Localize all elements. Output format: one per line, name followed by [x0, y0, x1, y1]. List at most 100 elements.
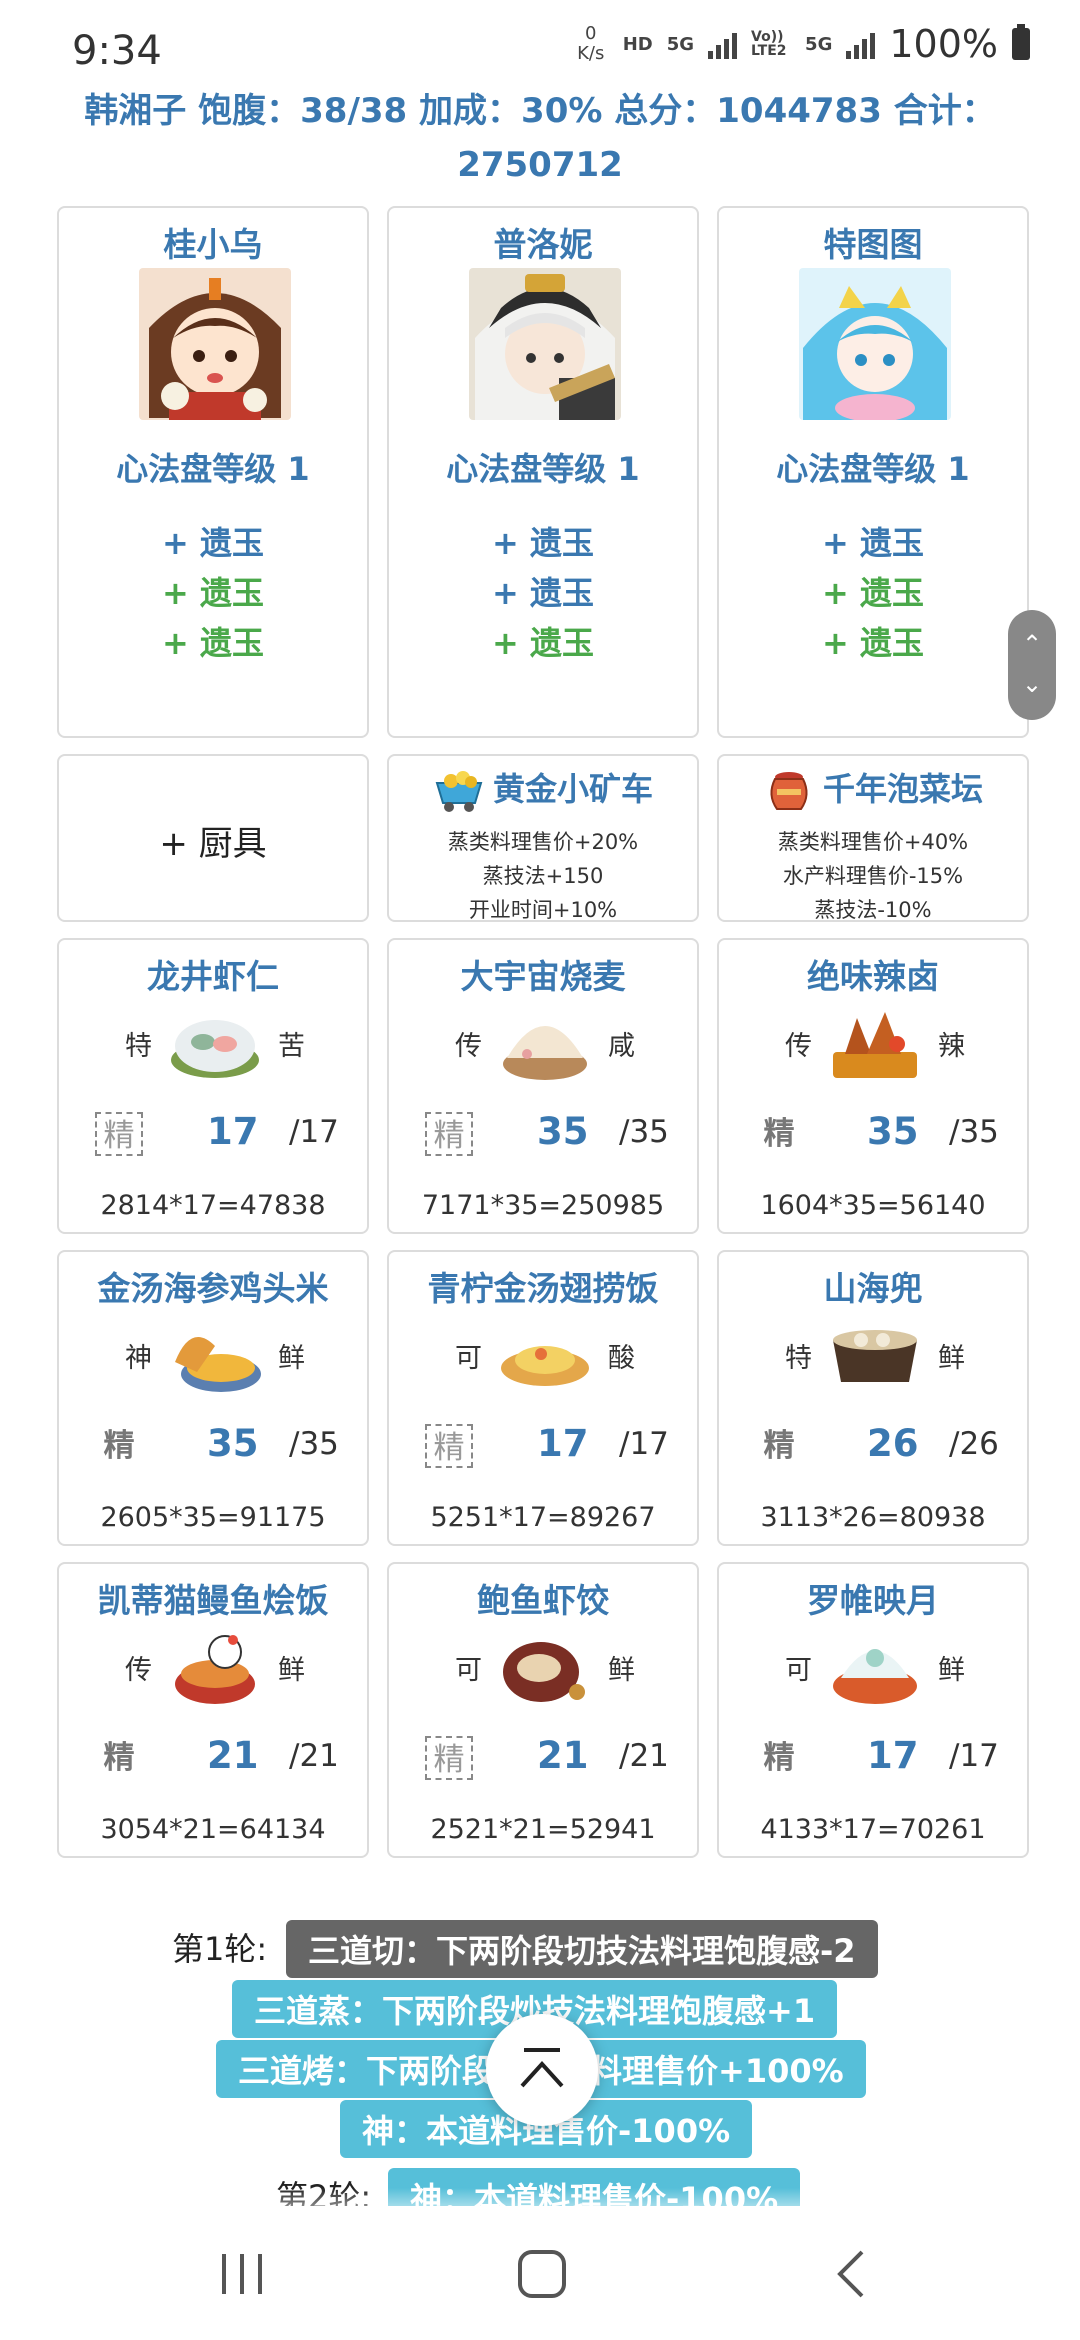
dish-score-formula: 2521*21=52941 — [430, 1814, 656, 1845]
dish-score-formula: 3113*26=80938 — [760, 1502, 986, 1533]
add-equipment-button[interactable]: + 厨具 — [59, 816, 367, 865]
chef-card-1[interactable]: 桂小乌 心法盘等级 1 + 遗玉 + 遗玉 + 遗玉 — [57, 206, 369, 738]
quality-selector[interactable]: 精 — [425, 1112, 473, 1156]
dish-name: 绝味辣卤 — [807, 957, 939, 996]
quality-selector[interactable]: 精 — [425, 1736, 473, 1780]
home-icon[interactable] — [516, 2248, 568, 2300]
pickle-jar-icon — [770, 772, 808, 810]
chef-level[interactable]: 心法盘等级 1 — [59, 444, 367, 490]
dish-score-formula: 2814*17=47838 — [100, 1190, 326, 1221]
chef-card-2[interactable]: 普洛妮 心法盘等级 1 + 遗玉 + 遗玉 + 遗玉 — [387, 206, 699, 738]
equipment-card-golden-minecart[interactable]: 黄金小矿车 蒸类料理售价+20% 蒸技法+150 开业时间+10% — [387, 754, 699, 922]
dish-image — [833, 1649, 917, 1704]
chef-level[interactable]: 心法盘等级 1 — [389, 444, 697, 490]
dish-count[interactable]: 17 — [867, 1734, 919, 1777]
chef-name: 特图图 — [823, 225, 923, 264]
dish-count[interactable]: 17 — [537, 1422, 589, 1465]
chef-portrait-tetutu — [799, 268, 951, 420]
quality-selector[interactable]: 精 — [425, 1424, 473, 1468]
quality-selector[interactable]: 精 — [755, 1424, 803, 1468]
dish-name: 青柠金汤翅捞饭 — [427, 1269, 659, 1308]
status-bar: 9:34 0 K/s HD 5G Vo)) LTE2 5G 100% — [0, 0, 1080, 96]
equipment-slot-empty[interactable]: + 厨具 — [57, 754, 369, 922]
dish-count[interactable]: 26 — [867, 1422, 919, 1465]
add-relic-jade-2[interactable]: + 遗玉 — [389, 568, 697, 614]
quality-selector[interactable]: 精 — [755, 1112, 803, 1156]
add-relic-jade-2[interactable]: + 遗玉 — [719, 568, 1027, 614]
battery-percent: 100% — [889, 22, 998, 66]
status-icons: 0 K/s HD 5G Vo)) LTE2 5G 100% — [573, 22, 1030, 66]
dish-image — [503, 1026, 587, 1080]
quality-selector[interactable]: 精 — [95, 1424, 143, 1468]
dish-card-longjing-shrimp[interactable]: 龙井虾仁 特 苦 精 17 /17 2814*17=47838 — [57, 938, 369, 1234]
equipment-title: 黄金小矿车 — [389, 764, 697, 813]
quality-selector[interactable]: 精 — [95, 1736, 143, 1780]
dish-card-cosmic-shaomai[interactable]: 大宇宙烧麦 传 咸 精 35 /35 7171*35=250985 — [387, 938, 699, 1234]
dish-image — [501, 1346, 589, 1386]
dish-card-luowei-yingyue[interactable]: 罗帷映月 可 鲜 精 17 /17 4133*17=70261 — [717, 1562, 1029, 1858]
dish-image — [833, 1012, 917, 1078]
back-to-top-button[interactable] — [486, 2014, 598, 2126]
equipment-effect: 蒸技法+150 — [482, 864, 604, 888]
dish-taste: 咸 — [608, 1031, 635, 1062]
dish-card-golden-sea-cucumber[interactable]: 金汤海参鸡头米 神 鲜 精 35 /35 2605*35=91175 — [57, 1250, 369, 1546]
dish-image — [833, 1330, 917, 1382]
dish-card-lime-golden-soup[interactable]: 青柠金汤翅捞饭 可 酸 精 17 /17 5251*17=89267 — [387, 1250, 699, 1546]
battery-icon — [1012, 24, 1030, 60]
dish-rarity: 可 — [455, 1343, 482, 1374]
dish-image — [175, 1635, 255, 1704]
dish-taste: 鲜 — [608, 1655, 635, 1686]
chef-name: 普洛妮 — [493, 225, 593, 264]
dish-name: 鲍鱼虾饺 — [477, 1581, 609, 1620]
dish-taste: 鲜 — [938, 1343, 965, 1374]
score-summary: 韩湘子 饱腹：38/38 加成：30% 总分：1044783 合计： 27507… — [60, 84, 1020, 192]
quality-selector[interactable]: 精 — [755, 1736, 803, 1780]
add-relic-jade-3[interactable]: + 遗玉 — [389, 618, 697, 664]
quality-selector[interactable]: 精 — [95, 1112, 143, 1156]
add-relic-jade-1[interactable]: + 遗玉 — [719, 518, 1027, 564]
recent-apps-icon[interactable] — [216, 2248, 268, 2300]
dish-count[interactable]: 17 — [207, 1110, 259, 1153]
system-navigation-bar — [0, 2206, 1080, 2340]
signal-icon-2 — [846, 29, 876, 59]
add-relic-jade-2[interactable]: + 遗玉 — [59, 568, 367, 614]
dish-count[interactable]: 21 — [537, 1734, 589, 1777]
equipment-effect: 蒸技法-10% — [814, 898, 932, 922]
dish-image — [175, 1337, 261, 1392]
5g-icon: 5G — [666, 33, 695, 55]
dish-card-hello-kitty-eel-rice[interactable]: 凯蒂猫鳗鱼烩饭 传 鲜 精 21 /21 3054*21=64134 — [57, 1562, 369, 1858]
dish-taste: 苦 — [278, 1031, 305, 1062]
dish-card-abalone-shrimp-dumpling[interactable]: 鲍鱼虾饺 可 鲜 精 21 /21 2521*21=52941 — [387, 1562, 699, 1858]
dish-taste: 鲜 — [938, 1655, 965, 1686]
scroll-controls[interactable]: ⌃ ⌄ — [1008, 610, 1056, 720]
back-icon[interactable] — [826, 2248, 878, 2300]
chef-level[interactable]: 心法盘等级 1 — [719, 444, 1027, 490]
equipment-card-pickle-jar[interactable]: 千年泡菜坛 蒸类料理售价+40% 水产料理售价-15% 蒸技法-10% — [717, 754, 1029, 922]
scroll-up-icon[interactable]: ⌃ — [1008, 630, 1056, 658]
round-1-tag-cut: 三道切：下两阶段切技法料理饱腹感-2 — [286, 1920, 878, 1978]
dish-name: 大宇宙烧麦 — [460, 957, 626, 996]
scroll-down-icon[interactable]: ⌄ — [1008, 670, 1056, 698]
add-relic-jade-3[interactable]: + 遗玉 — [59, 618, 367, 664]
chef-portrait-guixiaowu — [139, 268, 291, 420]
dish-image — [503, 1642, 585, 1702]
dish-count[interactable]: 35 — [537, 1110, 589, 1153]
dish-name: 金汤海参鸡头米 — [97, 1269, 329, 1308]
equipment-effect: 开业时间+10% — [468, 898, 618, 922]
dish-card-shanhaidou[interactable]: 山海兜 特 鲜 精 26 /26 3113*26=80938 — [717, 1250, 1029, 1546]
chef-name: 桂小乌 — [163, 225, 263, 264]
equipment-effect: 水产料理售价-15% — [782, 864, 964, 888]
dish-max: /21 — [619, 1738, 669, 1774]
add-relic-jade-3[interactable]: + 遗玉 — [719, 618, 1027, 664]
dish-name: 凯蒂猫鳗鱼烩饭 — [97, 1581, 329, 1620]
dish-card-spicy-braise[interactable]: 绝味辣卤 传 辣 精 35 /35 1604*35=56140 — [717, 938, 1029, 1234]
chef-card-3[interactable]: 特图图 心法盘等级 1 + 遗玉 + 遗玉 + 遗玉 — [717, 206, 1029, 738]
add-relic-jade-1[interactable]: + 遗玉 — [389, 518, 697, 564]
add-relic-jade-1[interactable]: + 遗玉 — [59, 518, 367, 564]
dish-taste: 鲜 — [278, 1655, 305, 1686]
dish-count[interactable]: 35 — [207, 1422, 259, 1465]
status-time: 9:34 — [72, 28, 162, 74]
dish-count[interactable]: 35 — [867, 1110, 919, 1153]
dish-count[interactable]: 21 — [207, 1734, 259, 1777]
dish-max: /17 — [949, 1738, 999, 1774]
